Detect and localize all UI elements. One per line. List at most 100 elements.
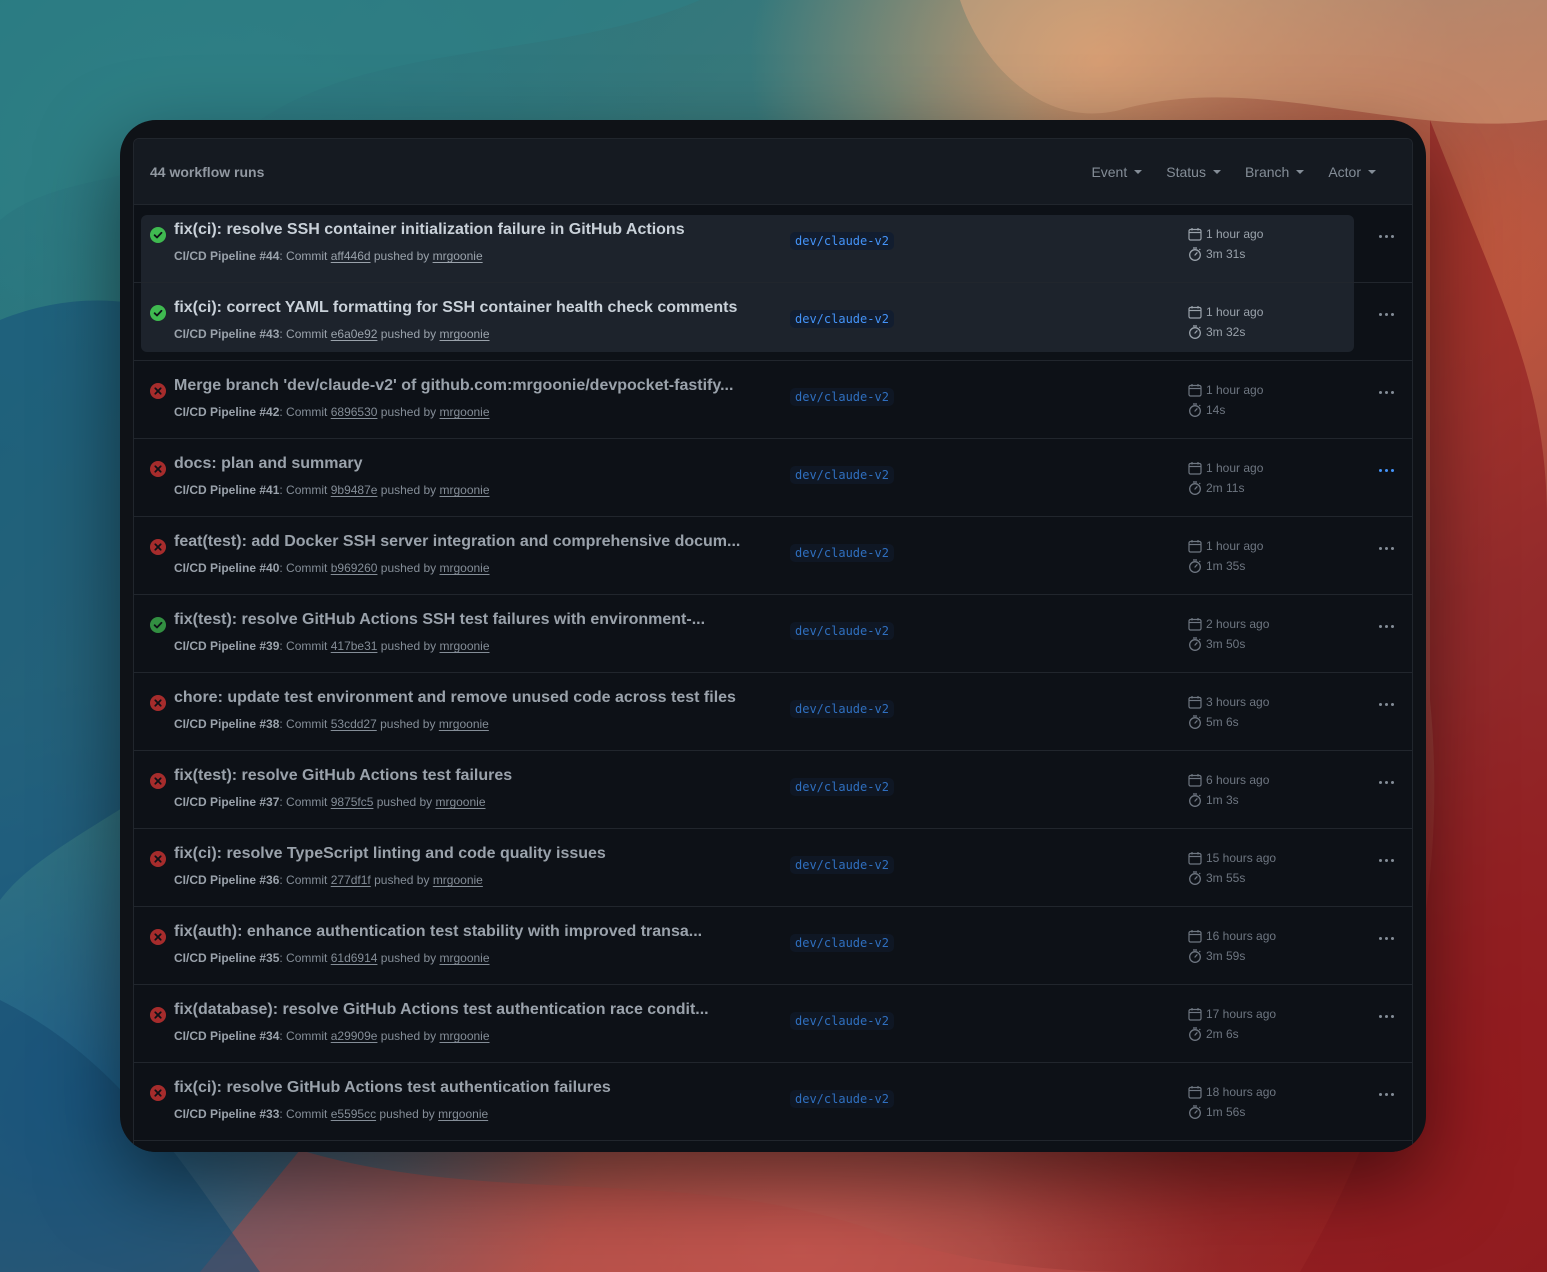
run-title-link[interactable]: fix(auth): enhance authentication test s… (174, 923, 702, 941)
kebab-menu-icon[interactable] (1374, 539, 1398, 557)
kebab-menu-icon[interactable] (1374, 1085, 1398, 1103)
kebab-menu-icon[interactable] (1374, 305, 1398, 323)
actor-link[interactable]: mrgoonie (433, 873, 483, 887)
workflow-name: CI/CD Pipeline #33 (174, 1107, 280, 1121)
stopwatch-icon (1188, 559, 1202, 573)
actor-link[interactable]: mrgoonie (439, 483, 489, 497)
run-title-link[interactable]: feat(test): add Docker SSH server integr… (174, 533, 740, 551)
branch-badge[interactable]: dev/claude-v2 (790, 232, 894, 250)
branch-badge[interactable]: dev/claude-v2 (790, 622, 894, 640)
filter-branch[interactable]: Branch (1229, 158, 1312, 186)
filter-event[interactable]: Event (1075, 158, 1150, 186)
commit-sha-link[interactable]: b969260 (331, 561, 378, 575)
commit-sha-link[interactable]: 6896530 (331, 405, 378, 419)
kebab-menu-icon[interactable] (1374, 851, 1398, 869)
kebab-menu-icon[interactable] (1374, 383, 1398, 401)
kebab-menu-icon[interactable] (1374, 929, 1398, 947)
commit-sha-link[interactable]: a29909e (331, 1029, 378, 1043)
actor-link[interactable]: mrgoonie (439, 951, 489, 965)
kebab-menu-icon[interactable] (1374, 1007, 1398, 1025)
run-title-link[interactable]: chore: update test environment and remov… (174, 689, 736, 707)
commit-prefix: : Commit (279, 795, 331, 809)
filter-actor[interactable]: Actor (1312, 158, 1384, 186)
run-title-link[interactable]: docs: plan and summary (174, 455, 363, 473)
commit-sha-link[interactable]: 9875fc5 (331, 795, 374, 809)
actor-link[interactable]: mrgoonie (433, 249, 483, 263)
pushed-by-label: pushed by (377, 951, 440, 965)
workflow-run-row[interactable]: docs: plan and summary CI/CD Pipeline #41… (134, 439, 1412, 517)
stopwatch-icon (1188, 637, 1202, 651)
run-title-link[interactable]: fix(ci): resolve GitHub Actions test aut… (174, 1079, 611, 1097)
workflow-run-row[interactable]: fix(auth): enhance authentication test s… (134, 907, 1412, 985)
x-circle-icon (150, 461, 166, 477)
branch-badge[interactable]: dev/claude-v2 (790, 1012, 894, 1030)
branch-badge[interactable]: dev/claude-v2 (790, 388, 894, 406)
commit-sha-link[interactable]: e6a0e92 (331, 327, 378, 341)
branch-badge[interactable]: dev/claude-v2 (790, 778, 894, 796)
kebab-menu-icon[interactable] (1374, 695, 1398, 713)
run-title-link[interactable]: fix(ci): resolve TypeScript linting and … (174, 845, 606, 863)
actor-link[interactable]: mrgoonie (439, 1029, 489, 1043)
x-circle-icon (150, 383, 166, 399)
branch-badge[interactable]: dev/claude-v2 (790, 466, 894, 484)
run-title-link[interactable]: fix(ci): resolve SSH container initializ… (174, 221, 685, 239)
workflow-run-row[interactable]: fix(test): resolve GitHub Actions SSH te… (134, 595, 1412, 673)
workflow-run-row[interactable]: fix(ci): correct YAML formatting for SSH… (134, 283, 1412, 361)
kebab-menu-icon[interactable] (1374, 773, 1398, 791)
actor-link[interactable]: mrgoonie (439, 327, 489, 341)
filter-bar: Event Status Branch Actor (1075, 158, 1384, 186)
kebab-menu-icon[interactable] (1374, 617, 1398, 635)
commit-sha-link[interactable]: e5595cc (331, 1107, 376, 1121)
branch-badge[interactable]: dev/claude-v2 (790, 856, 894, 874)
actor-link[interactable]: mrgoonie (439, 561, 489, 575)
run-title-link[interactable]: fix(database): resolve GitHub Actions te… (174, 1001, 709, 1019)
actor-link[interactable]: mrgoonie (439, 717, 489, 731)
run-subtitle: CI/CD Pipeline #36: Commit 277df1f pushe… (174, 873, 483, 887)
actor-link[interactable]: mrgoonie (439, 405, 489, 419)
commit-sha-link[interactable]: aff446d (331, 249, 371, 263)
kebab-menu-icon[interactable] (1374, 227, 1398, 245)
workflow-runs-panel: 44 workflow runs Event Status Branch Act… (133, 138, 1413, 1152)
run-time: 1 hour ago (1206, 461, 1264, 475)
calendar-icon (1188, 851, 1202, 865)
workflow-run-row[interactable]: fix(database): resolve GitHub Actions te… (134, 985, 1412, 1063)
commit-prefix: : Commit (279, 639, 331, 653)
workflow-run-row[interactable]: fix(ci): resolve TypeScript linting and … (134, 829, 1412, 907)
branch-badge[interactable]: dev/claude-v2 (790, 544, 894, 562)
workflow-run-row[interactable]: chore: update test environment and remov… (134, 673, 1412, 751)
workflow-run-row[interactable]: fix(ci): resolve SSH container initializ… (134, 205, 1412, 283)
run-title-link[interactable]: Merge branch 'dev/claude-v2' of github.c… (174, 377, 733, 395)
actor-link[interactable]: mrgoonie (435, 795, 485, 809)
branch-badge[interactable]: dev/claude-v2 (790, 934, 894, 952)
run-time: 6 hours ago (1206, 773, 1270, 787)
run-title-link[interactable]: fix(test): resolve GitHub Actions test f… (174, 767, 512, 785)
commit-sha-link[interactable]: 53cdd27 (331, 717, 377, 731)
actor-link[interactable]: mrgoonie (439, 639, 489, 653)
run-duration: 5m 6s (1206, 715, 1239, 729)
branch-badge[interactable]: dev/claude-v2 (790, 1090, 894, 1108)
workflow-name: CI/CD Pipeline #43 (174, 327, 280, 341)
run-title-link[interactable]: fix(ci): correct YAML formatting for SSH… (174, 299, 737, 317)
pushed-by-label: pushed by (377, 561, 440, 575)
workflow-run-row[interactable]: fix(test): resolve GitHub Actions test f… (134, 751, 1412, 829)
filter-actor-label: Actor (1328, 163, 1361, 180)
kebab-menu-icon[interactable] (1374, 461, 1398, 479)
run-duration: 3m 59s (1206, 949, 1246, 963)
commit-sha-link[interactable]: 9b9487e (331, 483, 378, 497)
actor-link[interactable]: mrgoonie (438, 1107, 488, 1121)
filter-status[interactable]: Status (1150, 158, 1229, 186)
workflow-run-row[interactable]: Merge branch 'dev/claude-v2' of github.c… (134, 361, 1412, 439)
branch-badge[interactable]: dev/claude-v2 (790, 700, 894, 718)
commit-sha-link[interactable]: 417be31 (331, 639, 378, 653)
workflow-run-row[interactable]: feat(test): add Docker SSH server integr… (134, 517, 1412, 595)
branch-badge[interactable]: dev/claude-v2 (790, 310, 894, 328)
workflow-run-row[interactable]: fix(ci): resolve GitHub Actions test aut… (134, 1063, 1412, 1141)
commit-sha-link[interactable]: 61d6914 (331, 951, 378, 965)
run-title-link[interactable]: fix(test): resolve GitHub Actions SSH te… (174, 611, 705, 629)
commit-sha-link[interactable]: 277df1f (331, 873, 371, 887)
workflow-name: CI/CD Pipeline #44 (174, 249, 280, 263)
run-subtitle: CI/CD Pipeline #34: Commit a29909e pushe… (174, 1029, 490, 1043)
workflow-name: CI/CD Pipeline #36 (174, 873, 280, 887)
run-meta: 16 hours ago 3m 59s (1188, 926, 1276, 966)
x-circle-icon (150, 851, 166, 867)
